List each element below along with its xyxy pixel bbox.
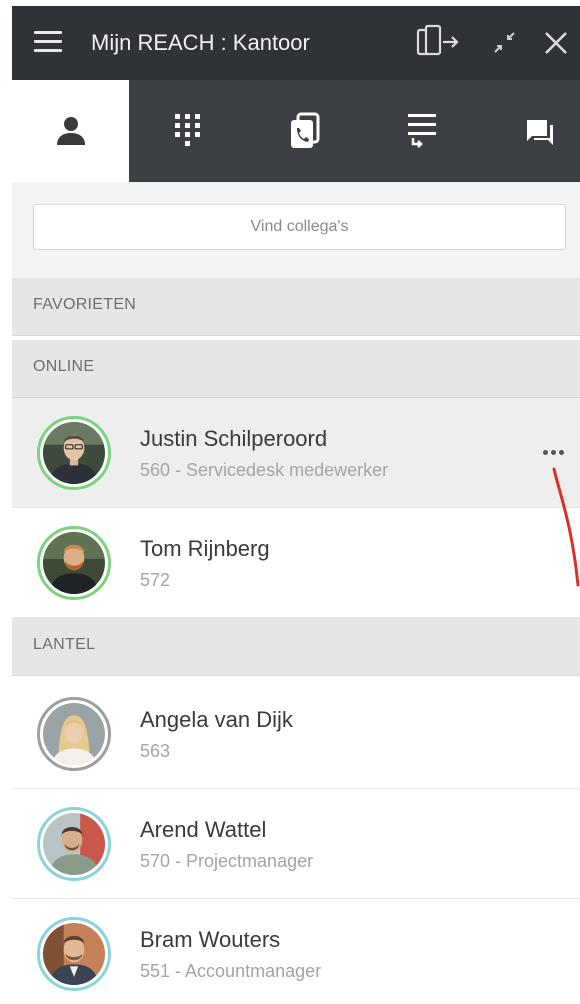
contact-name: Bram Wouters [140,927,281,952]
section-lantel[interactable]: LANTEL [12,618,580,676]
section-favorites[interactable]: FAVORIETEN [12,278,580,336]
main-tab-bar [12,80,580,182]
section-label: ONLINE [33,358,95,375]
contact-row[interactable]: Tom Rijnberg 572 [12,508,580,618]
avatar [37,416,111,490]
contact-row[interactable]: Bram Wouters 551 - Accountmanager [12,899,580,1004]
section-label: LANTEL [33,636,96,653]
window-title: Mijn REACH : Kantoor [91,30,310,55]
title-bar: Mijn REACH : Kantoor [12,6,580,80]
contact-row[interactable]: Justin Schilperoord 560 - Servicedesk me… [12,398,580,508]
chat-icon [526,120,553,145]
section-label: FAVORIETEN [33,296,137,313]
left-margin [0,0,12,1004]
search-area [12,182,580,278]
search-input[interactable] [33,204,566,250]
avatar [37,697,111,771]
contact-name: Arend Wattel [140,817,267,842]
contact-detail: 572 [140,570,171,590]
tab-queues[interactable] [363,80,480,182]
contact-name: Angela van Dijk [140,707,293,732]
contact-detail: 551 - Accountmanager [140,961,322,981]
tab-contacts[interactable] [12,80,129,182]
queue-list-icon [407,114,436,148]
tab-dialpad[interactable] [129,80,246,182]
contact-row[interactable]: Angela van Dijk 563 [12,679,580,789]
call-log-icon [290,112,319,148]
tab-chat[interactable] [480,80,580,182]
contact-name: Tom Rijnberg [140,536,270,561]
contact-detail: 560 - Servicedesk medewerker [140,460,389,480]
section-online[interactable]: ONLINE [12,340,580,398]
more-options-icon[interactable] [538,438,568,466]
close-icon[interactable] [537,23,577,63]
reach-app-window: Mijn REACH : Kantoor Vind collega's FAVO… [12,6,580,1004]
avatar [37,917,111,991]
contact-name: Justin Schilperoord [140,426,328,451]
popout-icon[interactable] [415,23,459,63]
person-icon [56,117,85,145]
hamburger-menu-icon[interactable] [34,31,62,53]
contact-detail: 570 - Projectmanager [140,851,314,871]
contact-row[interactable]: Arend Wattel 570 - Projectmanager [12,789,580,899]
contact-detail: 563 [140,741,171,761]
dialpad-icon [174,114,200,146]
tab-calls[interactable] [246,80,363,182]
avatar [37,807,111,881]
avatar [37,526,111,600]
minimize-icon[interactable] [486,23,526,63]
